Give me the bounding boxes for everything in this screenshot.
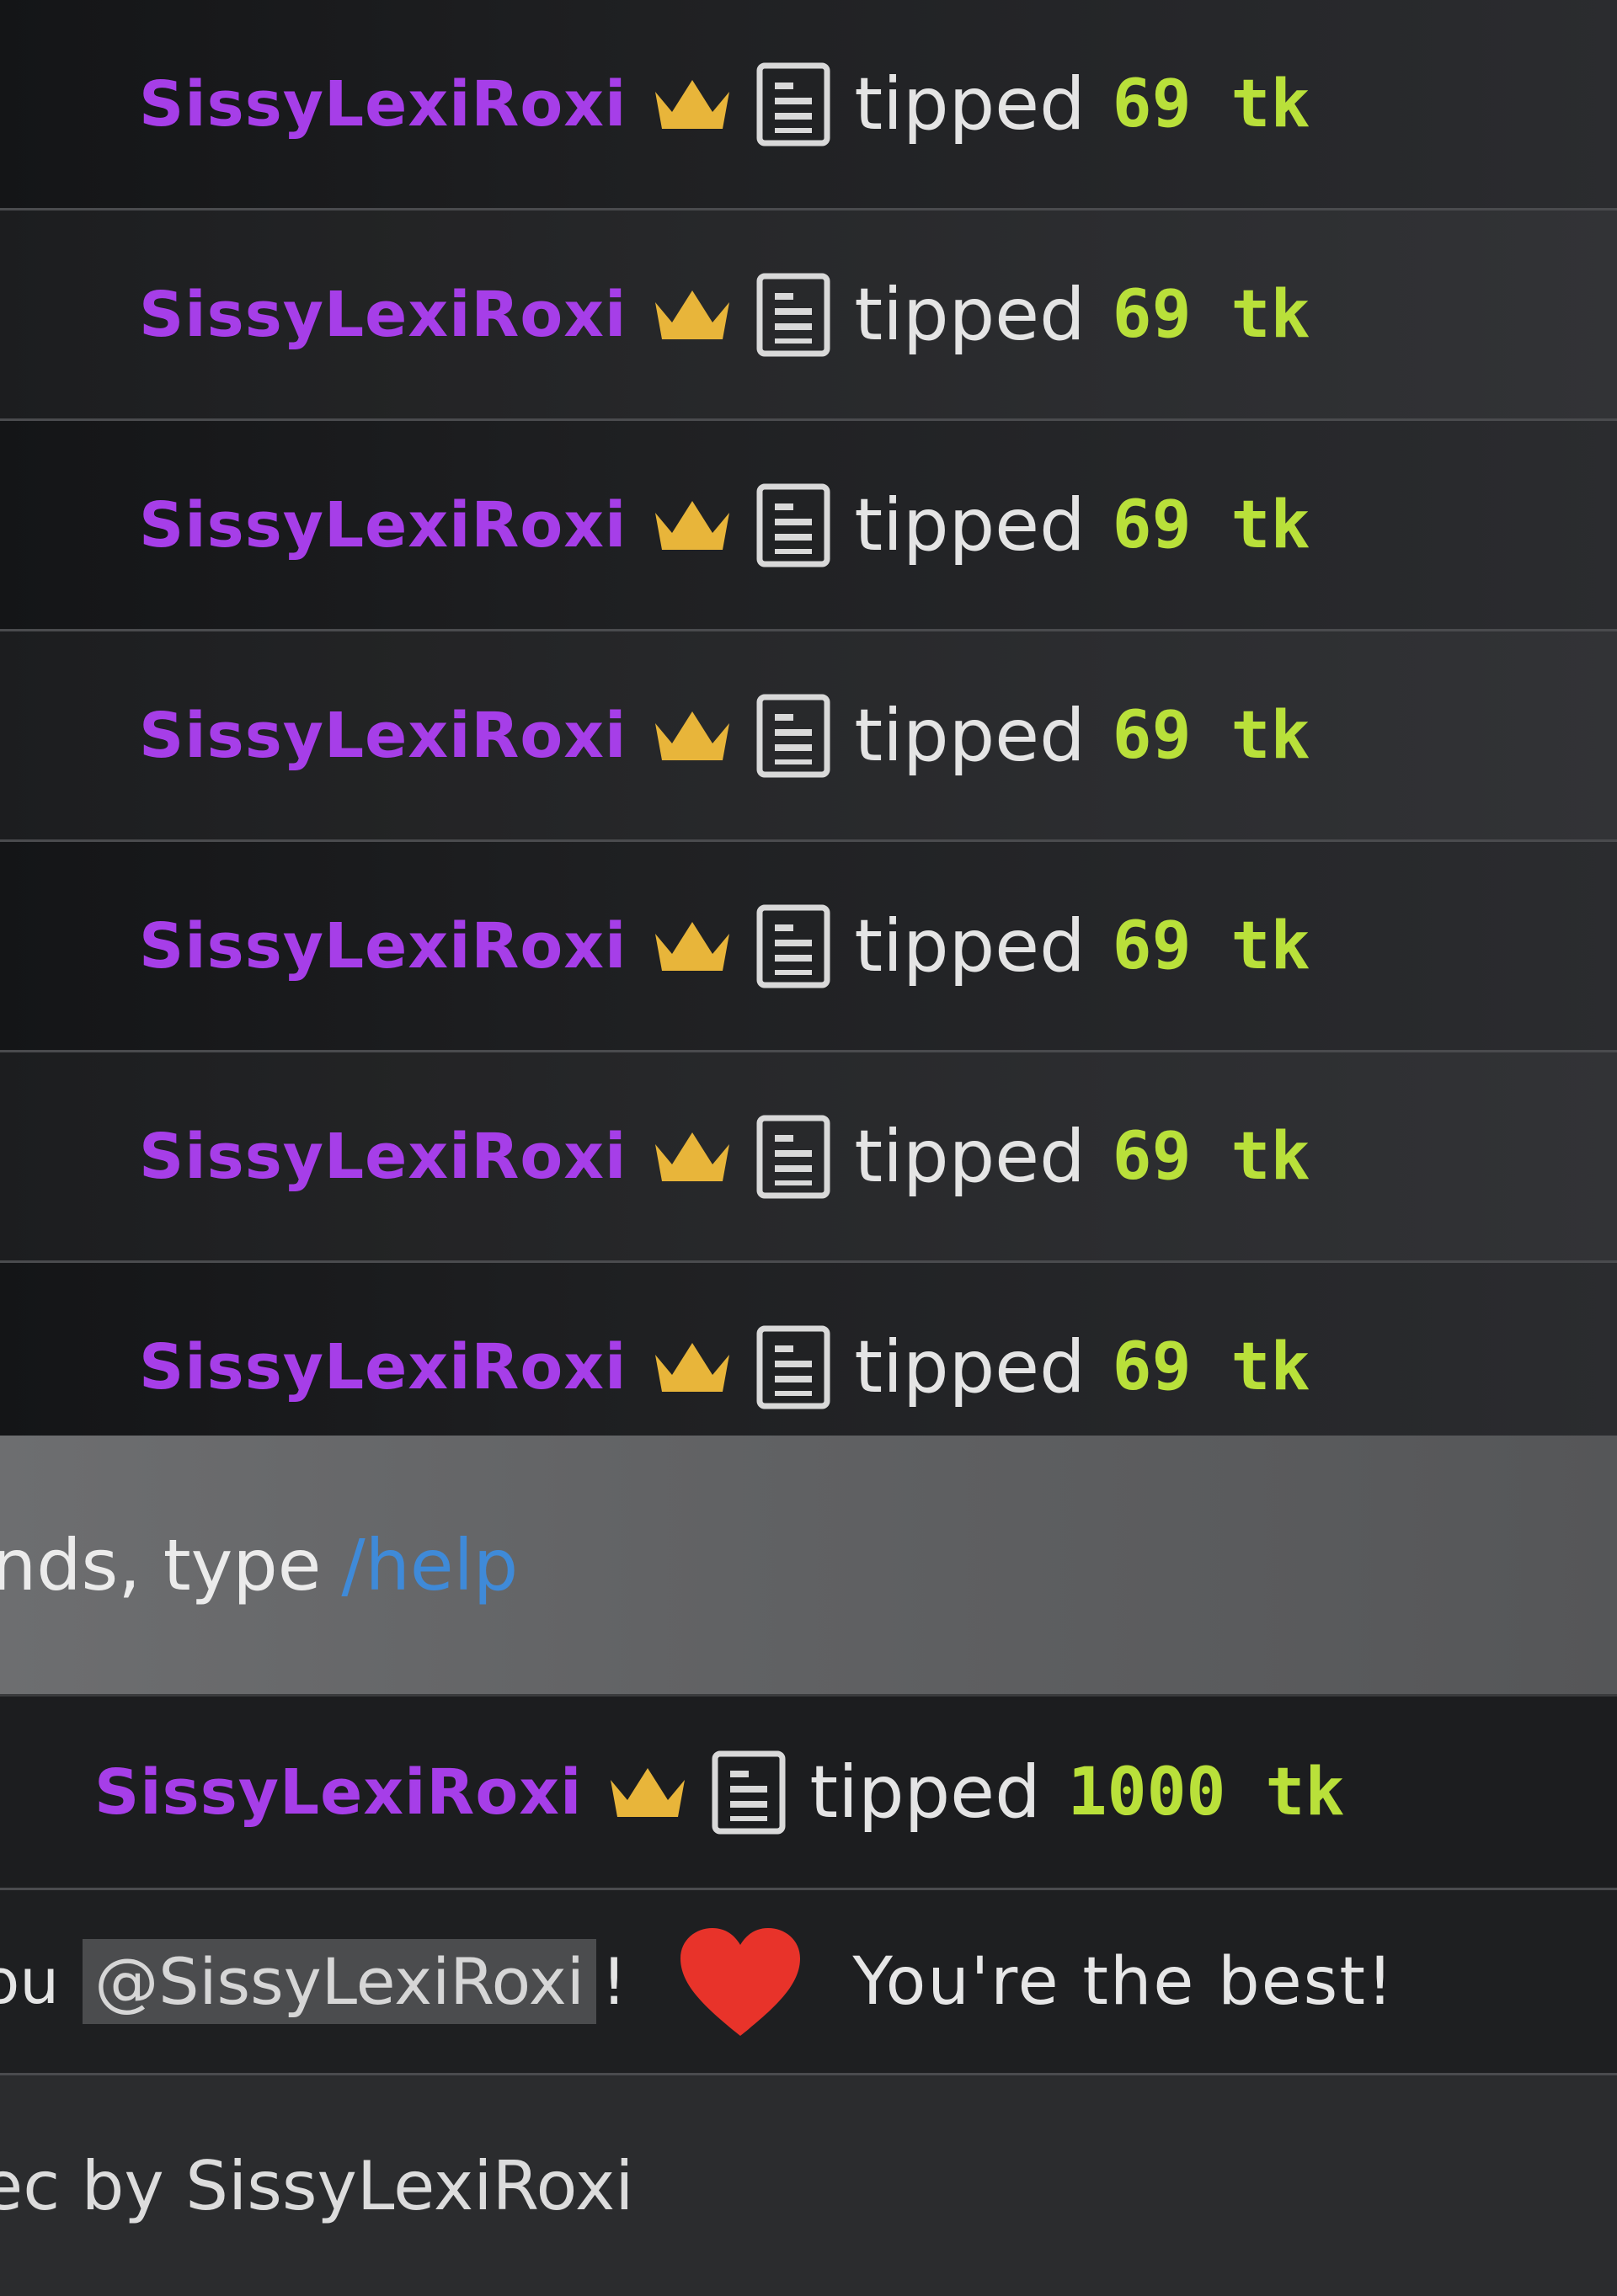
username-link[interactable]: SissyLexiRoxi (139, 700, 627, 772)
tip-action-text: tipped (809, 1750, 1041, 1835)
chat-message-thanks: ou @SissyLexiRoxi ! You're the best! (0, 1890, 1617, 2075)
tip-amount: 69 tk (1112, 487, 1310, 563)
message-text: ! (600, 1944, 627, 2019)
crown-icon (655, 711, 730, 760)
username-link[interactable]: SissyLexiRoxi (139, 68, 627, 141)
chat-panel: SissyLexiRoxi tipped 69 tk SissyLexiRoxi… (0, 0, 1617, 2296)
tip-amount: 69 tk (1112, 276, 1310, 353)
tip-amount: 69 tk (1112, 1118, 1310, 1195)
crown-icon (655, 921, 730, 971)
chat-message-footer: ec by SissyLexiRoxi (0, 2075, 1617, 2296)
badge-icon (756, 904, 830, 988)
username-link[interactable]: SissyLexiRoxi (139, 1121, 627, 1193)
message-text: ou (0, 1945, 60, 2018)
chat-message-tip: SissyLexiRoxi tipped 69 tk (0, 1052, 1617, 1263)
chat-message-tip: SissyLexiRoxi tipped 69 tk (0, 0, 1617, 210)
tip-action-text: tipped (854, 61, 1086, 146)
tip-action-text: tipped (854, 1324, 1086, 1409)
badge-icon (756, 694, 830, 777)
badge-icon (756, 62, 830, 146)
badge-icon (756, 1325, 830, 1409)
badge-icon (712, 1750, 786, 1834)
badge-icon (756, 483, 830, 567)
help-command-link[interactable]: /help (341, 1524, 518, 1606)
crown-icon (655, 500, 730, 550)
chat-message-tip: SissyLexiRoxi tipped 69 tk (0, 631, 1617, 842)
chat-message-tip: SissyLexiRoxi tipped 69 tk (0, 210, 1617, 421)
heart-icon (680, 1927, 801, 2036)
crown-icon (655, 290, 730, 339)
username-link[interactable]: SissyLexiRoxi (139, 279, 627, 351)
badge-icon (756, 273, 830, 356)
user-mention[interactable]: @SissyLexiRoxi (83, 1939, 596, 2024)
username-link[interactable]: SissyLexiRoxi (94, 1756, 582, 1829)
tip-action-text: tipped (854, 693, 1086, 778)
crown-icon (655, 1132, 730, 1181)
crown-icon (655, 1342, 730, 1392)
tip-action-text: tipped (854, 1114, 1086, 1199)
tip-amount: 69 tk (1112, 908, 1310, 984)
badge-icon (756, 1115, 830, 1198)
message-text: ec by SissyLexiRoxi (0, 2146, 634, 2225)
crown-icon (655, 79, 730, 129)
tip-amount: 1000 tk (1067, 1754, 1345, 1830)
tip-amount: 69 tk (1112, 697, 1310, 774)
username-link[interactable]: SissyLexiRoxi (139, 910, 627, 983)
crown-icon (611, 1767, 686, 1817)
username-link[interactable]: SissyLexiRoxi (139, 1331, 627, 1404)
username-link[interactable]: SissyLexiRoxi (139, 489, 627, 562)
notice-text: nds, type (0, 1523, 322, 1606)
tip-action-text: tipped (854, 903, 1086, 988)
chat-message-tip-large: SissyLexiRoxi tipped 1000 tk (0, 1697, 1617, 1890)
tip-action-text: tipped (854, 272, 1086, 357)
message-text: You're the best! (852, 1943, 1396, 2020)
tip-action-text: tipped (854, 482, 1086, 567)
chat-message-tip: SissyLexiRoxi tipped 69 tk (0, 842, 1617, 1052)
chat-message-tip: SissyLexiRoxi tipped 69 tk (0, 421, 1617, 631)
tip-amount: 69 tk (1112, 66, 1310, 142)
tip-amount: 69 tk (1112, 1329, 1310, 1405)
system-notice-help: nds, type /help (0, 1436, 1617, 1697)
